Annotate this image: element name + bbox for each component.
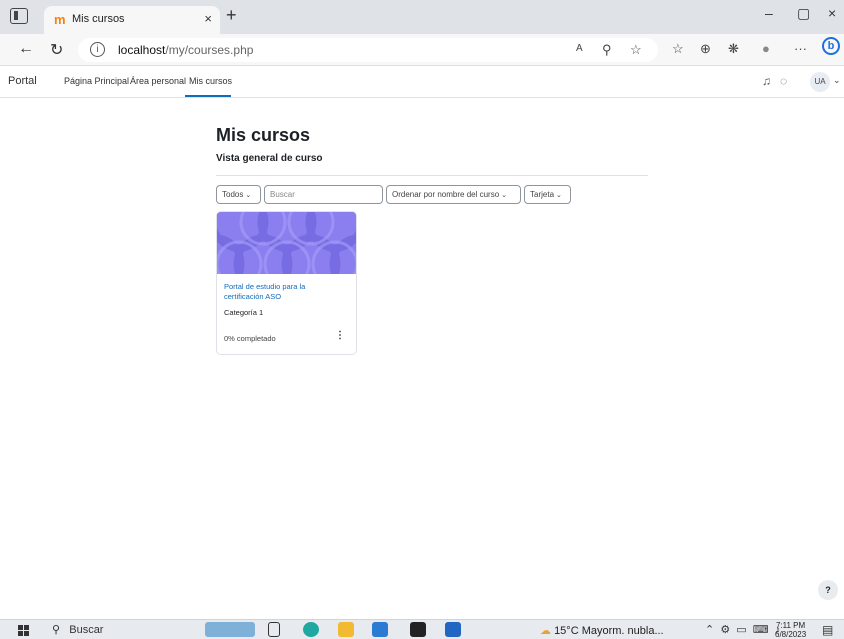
search-highlight-icon[interactable] [205, 622, 255, 637]
windows-start-icon[interactable] [18, 625, 29, 636]
profile-icon[interactable]: ● [762, 41, 770, 56]
weather-text: 15°C Mayorm. nubla... [554, 625, 664, 637]
site-navigation: Portal Página Principal Área personal Mi… [0, 66, 844, 98]
user-menu-chevron-down-icon[interactable]: ⌄ [833, 75, 841, 86]
close-window-icon[interactable]: × [828, 5, 836, 21]
browser-tab[interactable]: m Mis cursos × [44, 6, 220, 34]
view-mode-label: Tarjeta [530, 190, 555, 199]
notification-center-icon[interactable]: ▤ [822, 623, 833, 637]
search-placeholder: Buscar [270, 190, 295, 199]
clock-date: 6/8/2023 [775, 630, 807, 639]
nav-link-home[interactable]: Página Principal [64, 76, 129, 86]
task-view-icon[interactable] [268, 622, 280, 637]
moodle-favicon-icon: m [54, 12, 66, 27]
chevron-down-icon: ⌄ [556, 192, 562, 199]
section-heading: Vista general de curso [216, 153, 323, 164]
extensions-icon[interactable]: ❋ [728, 41, 739, 57]
minimize-icon[interactable]: – [765, 5, 773, 21]
course-image-pattern [217, 212, 356, 274]
address-bar[interactable]: i localhost/my/courses.php A ⚲ ☆ [78, 38, 658, 62]
more-options-icon[interactable]: ··· [794, 41, 807, 56]
mail-icon[interactable] [372, 622, 388, 637]
taskbar-search[interactable]: ⚲ Buscar [52, 623, 103, 636]
browser-tab-strip: m Mis cursos × + – ▢ × [0, 0, 844, 34]
course-actions-kebab-icon[interactable]: ⋮ [335, 330, 345, 341]
section-divider [216, 175, 648, 176]
chevron-down-icon: ⌄ [245, 192, 252, 199]
clock[interactable]: 7:11 PM 6/8/2023 [775, 621, 806, 639]
terminal-icon[interactable] [410, 622, 426, 637]
edge-browser-icon[interactable] [303, 622, 319, 637]
site-brand[interactable]: Portal [8, 75, 37, 87]
browser-toolbar: ← ↻ i localhost/my/courses.php A ⚲ ☆ ☆ ⊕… [0, 34, 844, 66]
grouping-filter-dropdown[interactable]: Todos ⌄ [216, 185, 261, 204]
url-host: localhost [118, 43, 166, 57]
file-explorer-icon[interactable] [338, 622, 354, 637]
photos-icon[interactable] [445, 622, 461, 637]
tab-actions-icon[interactable] [10, 8, 28, 24]
course-category: Categoría 1 [224, 308, 264, 317]
url-path: /my/courses.php [165, 43, 254, 57]
course-name-link[interactable]: Portal de estudio para la certificación … [224, 282, 334, 302]
site-info-icon[interactable]: i [90, 42, 105, 57]
page-title: Mis cursos [216, 125, 311, 145]
refresh-icon[interactable]: ↻ [50, 40, 63, 60]
collections-icon[interactable]: ⊕ [700, 41, 711, 57]
clock-time: 7:11 PM [775, 621, 806, 630]
view-mode-dropdown[interactable]: Tarjeta ⌄ [524, 185, 571, 204]
nav-link-dashboard[interactable]: Área personal [130, 76, 186, 86]
close-tab-icon[interactable]: × [204, 11, 212, 26]
course-search-input[interactable]: Buscar [264, 185, 383, 204]
course-card[interactable]: Portal de estudio para la certificación … [216, 211, 357, 355]
read-aloud-icon[interactable]: A [576, 43, 583, 54]
url-text: localhost/my/courses.php [118, 43, 253, 57]
zoom-icon[interactable]: ⚲ [602, 42, 612, 58]
help-button[interactable]: ? [818, 580, 838, 600]
back-arrow-icon[interactable]: ← [18, 40, 34, 58]
course-image[interactable] [217, 212, 356, 274]
grouping-filter-label: Todos [222, 190, 244, 199]
messages-chat-icon[interactable]: ◌ [780, 74, 787, 88]
system-tray-icons[interactable]: ⌃ ⚙ ▭ ⌨ ♪ [705, 623, 780, 636]
chevron-down-icon: ⌄ [501, 192, 508, 199]
weather-widget[interactable]: ☁ 15°C Mayorm. nubla... [540, 624, 664, 637]
new-tab-button[interactable]: + [226, 5, 237, 26]
taskbar-search-label: Buscar [69, 624, 104, 636]
restore-icon[interactable]: ▢ [797, 5, 810, 22]
course-progress: 0% completado [224, 334, 276, 343]
active-nav-indicator [185, 95, 231, 97]
taskbar: ⚲ Buscar ☁ 15°C Mayorm. nubla... ⌃ ⚙ ▭ ⌨… [0, 619, 844, 639]
user-avatar[interactable]: UA [810, 72, 830, 92]
favorite-add-icon[interactable]: ☆ [630, 42, 642, 58]
nav-link-my-courses[interactable]: Mis cursos [189, 76, 232, 86]
weather-cloud-icon: ☁ [540, 625, 551, 637]
search-icon: ⚲ [52, 624, 61, 636]
tab-title: Mis cursos [72, 13, 125, 25]
bing-icon[interactable]: b [822, 37, 840, 55]
sort-dropdown[interactable]: Ordenar por nombre del curso ⌄ [386, 185, 521, 204]
favorites-icon[interactable]: ☆ [672, 41, 684, 57]
notifications-bell-icon[interactable]: ♫ [762, 74, 771, 88]
sort-label: Ordenar por nombre del curso [392, 190, 500, 199]
